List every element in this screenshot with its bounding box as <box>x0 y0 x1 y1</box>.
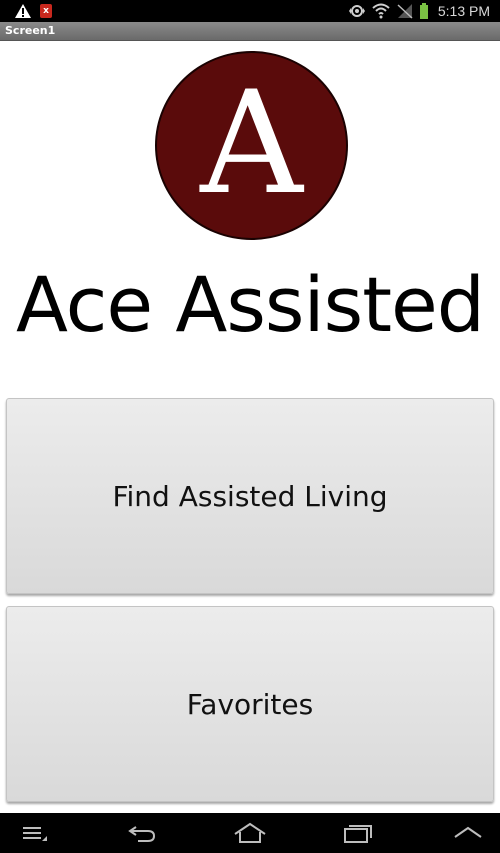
menu-icon[interactable] <box>20 821 54 845</box>
clock: 5:13 PM <box>437 3 490 19</box>
wifi-icon <box>372 3 390 19</box>
battery-icon <box>419 3 428 19</box>
favorites-button[interactable]: Favorites <box>6 606 494 802</box>
status-bar: x 5:13 PM <box>0 0 500 22</box>
home-icon[interactable] <box>233 821 267 845</box>
find-assisted-living-button[interactable]: Find Assisted Living <box>6 398 494 594</box>
back-icon[interactable] <box>126 821 160 845</box>
signal-icon <box>397 4 413 19</box>
screen-title: Screen1 <box>5 24 56 37</box>
sync-icon <box>348 5 365 17</box>
recent-apps-icon[interactable] <box>341 821 375 845</box>
app-name: Ace Assisted <box>15 260 485 349</box>
system-icons: 5:13 PM <box>348 2 490 20</box>
nav-bar <box>0 813 500 853</box>
warning-icon <box>15 4 31 18</box>
chevron-up-icon[interactable] <box>451 821 485 845</box>
notification-icons: x <box>14 3 52 19</box>
app-logo: A <box>155 51 348 240</box>
logo-letter: A <box>200 61 303 226</box>
title-bar: Screen1 <box>0 22 500 41</box>
app-notification-icon: x <box>40 4 52 18</box>
